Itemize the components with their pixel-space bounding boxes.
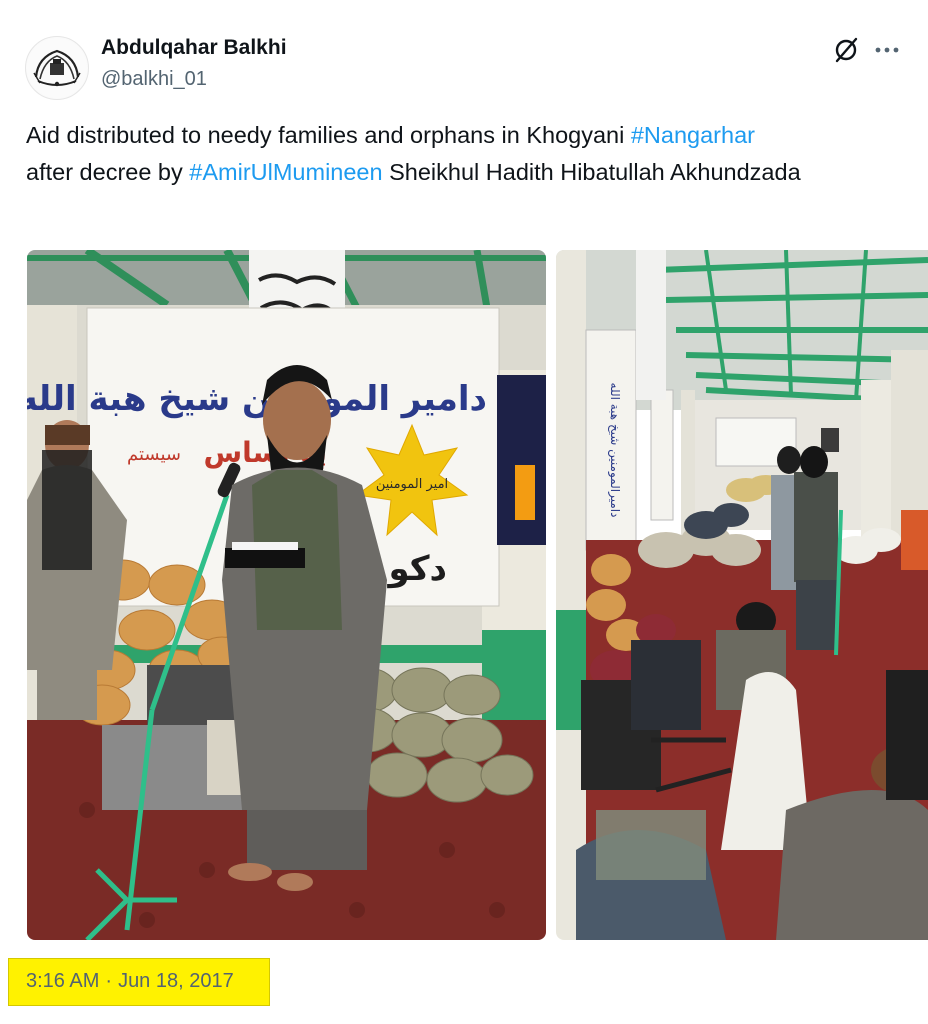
banner-text-3: دکو	[386, 549, 447, 589]
timestamp-separator: ·	[105, 970, 113, 992]
author-handle[interactable]: @balkhi_01	[101, 68, 207, 91]
author-display-name[interactable]: Abdulqahar Balkhi	[101, 36, 287, 60]
hashtag-nangarhar-link[interactable]: #Nangarhar	[631, 122, 755, 148]
tweet-card: Abdulqahar Balkhi @balkhi_01 Aid distrib…	[0, 0, 928, 1024]
timestamp-time: 3:16 AM	[26, 970, 100, 992]
timestamp-date: Jun 18, 2017	[118, 970, 234, 992]
photo-speaker-illustration: دامیر المومنین شیخ هبة الله اخندزاده په …	[27, 250, 546, 940]
tweet-timestamp-link[interactable]: 3:16 AM · Jun 18, 2017	[26, 970, 234, 993]
tweet-text: Aid distributed to needy families and or…	[26, 117, 906, 191]
hashtag-amirulmumineen-link[interactable]: #AmirUlMumineen	[189, 159, 382, 185]
badge-text: امیر المومنین	[376, 477, 448, 492]
banner-text-1: دامیر المومنین شیخ هبة الله اخندزاده	[27, 379, 487, 419]
more-options-icon[interactable]	[873, 36, 901, 64]
media-photo-speaker[interactable]: دامیر المومنین شیخ هبة الله اخندزاده په …	[27, 250, 546, 940]
svg-text:سیستم: سیستم	[127, 444, 181, 465]
tweet-text-part: after decree by	[26, 159, 190, 185]
photo-crowd-illustration: دامیرالمومنین شیخ هبة الله	[556, 250, 928, 940]
avatar[interactable]	[25, 36, 89, 100]
media-photo-crowd[interactable]: دامیرالمومنین شیخ هبة الله	[556, 250, 928, 940]
right-banner-text: دامیرالمومنین شیخ هبة الله	[607, 383, 622, 518]
emblem-avatar-icon	[27, 38, 87, 98]
tweet-text-part: Aid distributed to needy families and or…	[26, 122, 631, 148]
grok-icon[interactable]	[832, 36, 860, 64]
tweet-text-part: Sheikhul Hadith Hibatullah Akhundzada	[382, 159, 801, 185]
